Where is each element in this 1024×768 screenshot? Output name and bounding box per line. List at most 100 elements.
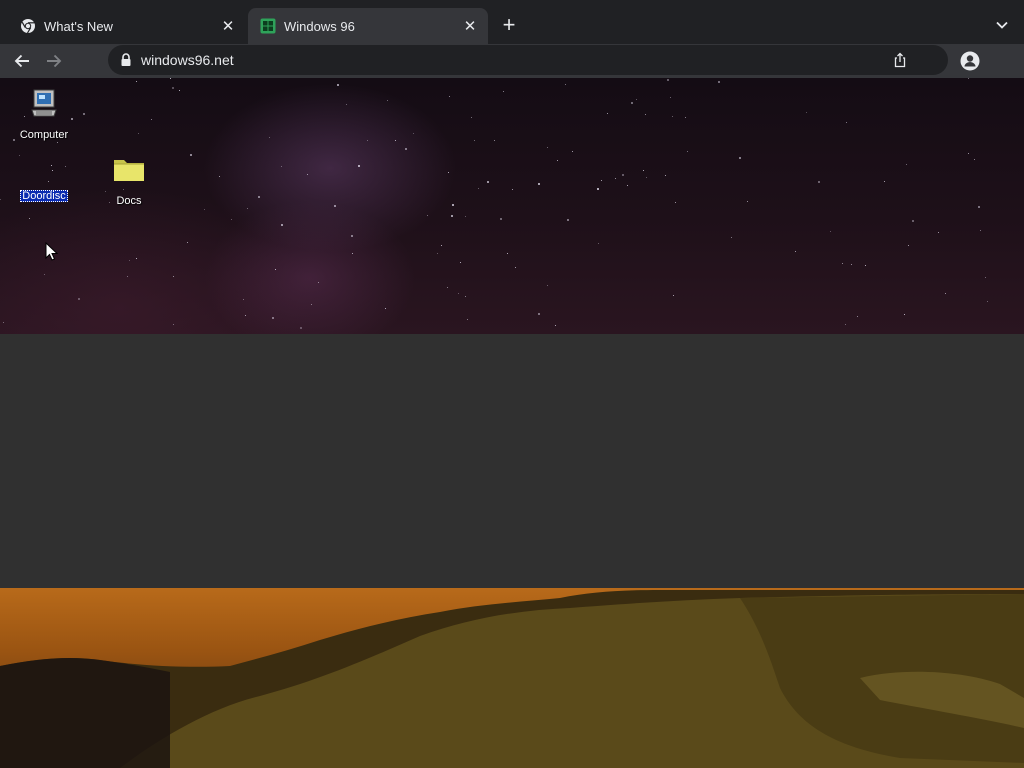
- star: [598, 243, 599, 244]
- star: [247, 208, 248, 209]
- star: [980, 230, 981, 231]
- windows96-desktop[interactable]: Computer Doordisc Docs: [0, 78, 1024, 768]
- star: [968, 153, 969, 154]
- star: [987, 301, 988, 302]
- tab-windows-96[interactable]: Windows 96 ✕: [248, 8, 488, 44]
- star: [474, 140, 475, 141]
- tab-title: Windows 96: [284, 18, 355, 34]
- arrow-right-icon[interactable]: [42, 50, 66, 72]
- desktop-icon-computer[interactable]: Computer: [12, 88, 76, 143]
- chevron-down-icon[interactable]: [990, 14, 1014, 36]
- star: [179, 90, 180, 91]
- star: [906, 164, 907, 165]
- star: [307, 174, 308, 175]
- tab-title: What's New: [44, 18, 113, 34]
- address-bar[interactable]: windows96.net: [108, 45, 948, 75]
- folder-icon: [114, 160, 144, 181]
- star: [346, 104, 347, 105]
- star: [857, 316, 858, 317]
- star: [467, 319, 468, 320]
- share-icon[interactable]: [892, 52, 908, 68]
- star: [427, 215, 428, 216]
- star: [672, 116, 673, 117]
- star: [78, 298, 80, 300]
- star: [795, 251, 796, 252]
- close-tab-icon[interactable]: ✕: [218, 16, 238, 36]
- star: [231, 219, 232, 220]
- browser-toolbar: windows96.net: [0, 44, 1024, 78]
- star: [567, 219, 569, 221]
- unrendered-wallpaper-area: [0, 334, 1024, 588]
- star: [385, 308, 386, 309]
- star: [846, 122, 847, 123]
- star: [136, 258, 137, 259]
- star: [985, 277, 986, 278]
- star: [334, 205, 336, 207]
- star: [622, 174, 624, 176]
- star: [3, 322, 4, 323]
- star: [607, 113, 608, 114]
- star: [281, 224, 283, 226]
- star: [44, 274, 45, 275]
- mountain-wallpaper: [0, 588, 1024, 768]
- blank-icon: [28, 154, 60, 186]
- person-icon[interactable]: [958, 49, 982, 73]
- star: [447, 287, 448, 288]
- star: [487, 181, 489, 183]
- star: [687, 151, 688, 152]
- star: [448, 172, 449, 173]
- star: [974, 159, 975, 160]
- star: [673, 295, 674, 296]
- star: [978, 206, 980, 208]
- star: [747, 201, 748, 202]
- star: [173, 324, 174, 325]
- star: [395, 140, 396, 141]
- star: [352, 253, 353, 254]
- star: [507, 253, 508, 254]
- star: [615, 178, 616, 179]
- lock-icon[interactable]: [120, 53, 132, 67]
- windows96-icon: [260, 18, 276, 34]
- star: [565, 84, 566, 85]
- star: [452, 204, 454, 206]
- star: [300, 327, 302, 329]
- tab-strip: What's New ✕ Windows 96 ✕ +: [0, 0, 1024, 44]
- star: [136, 81, 137, 82]
- plus-icon[interactable]: +: [498, 14, 520, 36]
- chrome-icon: [21, 19, 35, 34]
- star: [29, 218, 30, 219]
- desktop-icon-docs[interactable]: Docs: [97, 154, 161, 209]
- star: [557, 160, 558, 161]
- star: [243, 299, 244, 300]
- star: [460, 262, 461, 263]
- star: [129, 260, 130, 261]
- tab-whats-new[interactable]: What's New ✕: [8, 8, 246, 44]
- star: [151, 119, 152, 120]
- star: [275, 269, 276, 270]
- url-text[interactable]: windows96.net: [141, 52, 234, 68]
- star: [367, 140, 368, 141]
- star: [458, 293, 459, 294]
- star: [173, 276, 174, 277]
- star: [643, 170, 644, 171]
- star: [138, 133, 139, 134]
- star: [842, 263, 843, 264]
- star: [503, 91, 504, 92]
- star: [269, 137, 270, 138]
- star: [667, 79, 669, 81]
- arrow-left-icon[interactable]: [10, 50, 34, 72]
- star: [538, 183, 540, 185]
- close-tab-icon[interactable]: ✕: [460, 16, 480, 36]
- star: [512, 189, 513, 190]
- star: [0, 199, 1, 200]
- star: [646, 177, 647, 178]
- star: [908, 245, 909, 246]
- desktop-icon-doordisc[interactable]: Doordisc: [12, 154, 76, 204]
- star: [830, 231, 831, 232]
- star: [272, 317, 274, 319]
- star: [437, 253, 438, 254]
- star: [281, 166, 282, 167]
- star: [190, 154, 192, 156]
- star: [318, 282, 319, 283]
- star: [938, 232, 939, 233]
